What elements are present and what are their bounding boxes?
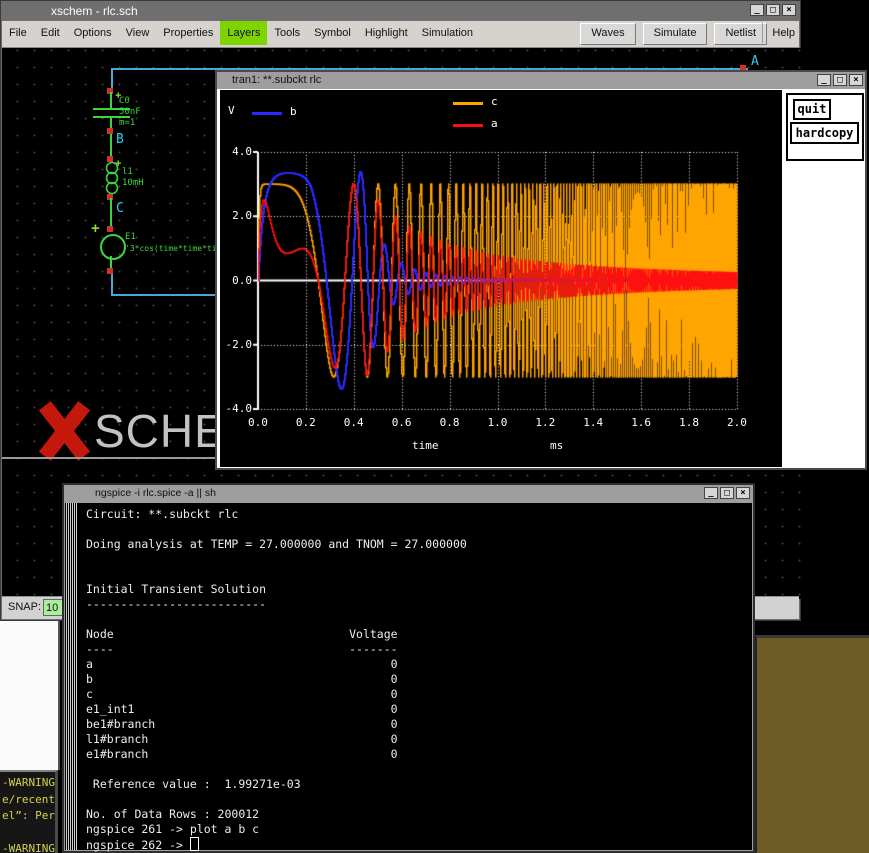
ind-value-label[interactable]: 10mH — [122, 178, 144, 188]
xschem-titlebar[interactable]: xschem - rlc.sch _□× — [1, 1, 800, 21]
corner-terminal-text: -WARNING e/recently el”: Perm -WARNING — [0, 772, 55, 853]
x-tick-label: 1.8 — [679, 416, 699, 429]
terminal-window: ngspice -i rlc.spice -a || sh _□× Circui… — [62, 483, 755, 853]
y-tick-label: 0.0 — [224, 274, 252, 287]
terminal-titlebar[interactable]: ngspice -i rlc.spice -a || sh _□× — [65, 486, 752, 501]
terminal-prompt: ngspice 262 -> — [86, 838, 190, 852]
y-tick-label: 4.0 — [224, 145, 252, 158]
plot-window-controls: _□× — [817, 74, 863, 87]
plot-window: tran1: **.subckt rlc _□× V b ca time ms 0… — [215, 70, 867, 470]
x-tick-label: 0.6 — [392, 416, 412, 429]
src-top-pin[interactable] — [107, 226, 113, 232]
wire-bottom-drop[interactable] — [111, 274, 113, 296]
wire-top-drop[interactable] — [111, 68, 113, 90]
plot-area: V b ca time ms 0.0 0.2 0.4 0.6 0.8 1.0 1.2 1.4 1.… — [220, 90, 782, 467]
xschem-logo-x-icon — [35, 402, 93, 460]
x-tick-label: 1.2 — [535, 416, 555, 429]
source-symbol[interactable] — [100, 234, 126, 260]
net-label-a[interactable]: A — [751, 54, 759, 69]
legend-label-c[interactable]: c — [491, 95, 498, 108]
right-window-fragment — [755, 635, 869, 853]
legend-line-c — [453, 102, 483, 105]
canvas-divider-line — [2, 457, 216, 459]
x-tick-label: 0.4 — [344, 416, 364, 429]
terminal-cursor[interactable] — [190, 837, 199, 851]
background-window-fragment — [0, 621, 60, 770]
minimize-icon[interactable]: _ — [704, 487, 718, 499]
x-tick-label: 0.0 — [248, 416, 268, 429]
net-label-c[interactable]: C — [116, 201, 124, 216]
hardcopy-button[interactable]: hardcopy — [790, 122, 859, 144]
x-tick-label: 1.6 — [631, 416, 651, 429]
wire-cap-to-ind[interactable] — [110, 134, 112, 158]
menu-items: FileEditOptionsViewPropertiesLayersTools… — [2, 23, 480, 40]
cap-top-lead — [110, 92, 112, 108]
maximize-icon[interactable]: □ — [833, 74, 847, 86]
plot-window-title: tran1: **.subckt rlc — [232, 72, 321, 89]
y-tick-label: -2.0 — [224, 338, 252, 351]
toolbar-buttons: Waves Simulate Netlist — [580, 23, 767, 45]
terminal-content[interactable]: Circuit: **.subckt rlc Doing analysis at… — [65, 503, 752, 850]
terminal-text: Circuit: **.subckt rlc Doing analysis at… — [86, 507, 467, 853]
legend-label-a[interactable]: a — [491, 117, 498, 130]
xschem-menubar: FileEditOptionsViewPropertiesLayersTools… — [2, 21, 799, 48]
x-tick-label: 1.0 — [488, 416, 508, 429]
cap-extra-label[interactable]: m=1 — [119, 118, 135, 128]
y-axis-unit-label: V — [228, 104, 235, 117]
inductor-symbol[interactable] — [102, 162, 122, 196]
menu-simulation[interactable]: Simulation — [415, 21, 480, 45]
y-tick-label: -4.0 — [224, 402, 252, 415]
x-tick-label: 0.2 — [296, 416, 316, 429]
legend-line-a — [453, 124, 483, 127]
plot-button-panel: quit hardcopy — [786, 93, 864, 161]
menu-symbol[interactable]: Symbol — [307, 21, 358, 45]
menu-view[interactable]: View — [119, 21, 157, 45]
xschem-window-controls: _□× — [750, 4, 796, 17]
terminal-scrollbar[interactable] — [65, 503, 78, 850]
maximize-icon[interactable]: □ — [720, 487, 734, 499]
cap-value-label[interactable]: 50nF — [119, 107, 141, 117]
src-bottom-pin[interactable] — [107, 268, 113, 274]
close-icon[interactable]: × — [736, 487, 750, 499]
wire-bottom[interactable] — [111, 294, 221, 296]
menu-tools[interactable]: Tools — [267, 21, 307, 45]
src-plus-mark: + — [91, 220, 100, 237]
terminal-window-controls: _□× — [704, 487, 750, 500]
menu-layers[interactable]: Layers — [220, 21, 267, 45]
menu-edit[interactable]: Edit — [34, 21, 67, 45]
minimize-icon[interactable]: _ — [750, 4, 764, 16]
legend-label-b[interactable]: b — [290, 105, 297, 118]
ind-ref-label[interactable]: l1 — [122, 167, 133, 177]
terminal-window-title: ngspice -i rlc.spice -a || sh — [95, 486, 216, 501]
x-axis-unit-label: ms — [550, 439, 563, 452]
x-axis-label: time — [412, 439, 439, 452]
desktop: xschem - rlc.sch _□× FileEditOptionsView… — [0, 0, 869, 853]
menu-file[interactable]: File — [2, 21, 34, 45]
plot-titlebar[interactable]: tran1: **.subckt rlc _□× — [217, 72, 865, 89]
cap-ref-label[interactable]: C0 — [119, 96, 130, 106]
waves-button[interactable]: Waves — [580, 23, 635, 45]
src-ref-label[interactable]: E1 — [125, 232, 136, 242]
x-tick-label: 0.8 — [440, 416, 460, 429]
legend-line-b — [252, 112, 282, 115]
menu-options[interactable]: Options — [67, 21, 119, 45]
simulate-button[interactable]: Simulate — [643, 23, 708, 45]
waveform-canvas[interactable] — [220, 90, 782, 467]
menu-properties[interactable]: Properties — [156, 21, 220, 45]
net-label-b[interactable]: B — [116, 132, 124, 147]
menu-help[interactable]: Help — [762, 23, 795, 43]
quit-button[interactable]: quit — [793, 99, 831, 120]
snap-label: SNAP: — [8, 601, 41, 613]
netlist-button[interactable]: Netlist — [714, 23, 767, 45]
xschem-window-title: xschem - rlc.sch — [51, 1, 138, 21]
minimize-icon[interactable]: _ — [817, 74, 831, 86]
x-tick-label: 1.4 — [583, 416, 603, 429]
x-tick-label: 2.0 — [727, 416, 747, 429]
close-icon[interactable]: × — [782, 4, 796, 16]
corner-terminal-fragment[interactable]: -WARNING e/recently el”: Perm -WARNING — [0, 770, 58, 853]
maximize-icon[interactable]: □ — [766, 4, 780, 16]
close-icon[interactable]: × — [849, 74, 863, 86]
y-tick-label: 2.0 — [224, 209, 252, 222]
menu-highlight[interactable]: Highlight — [358, 21, 415, 45]
